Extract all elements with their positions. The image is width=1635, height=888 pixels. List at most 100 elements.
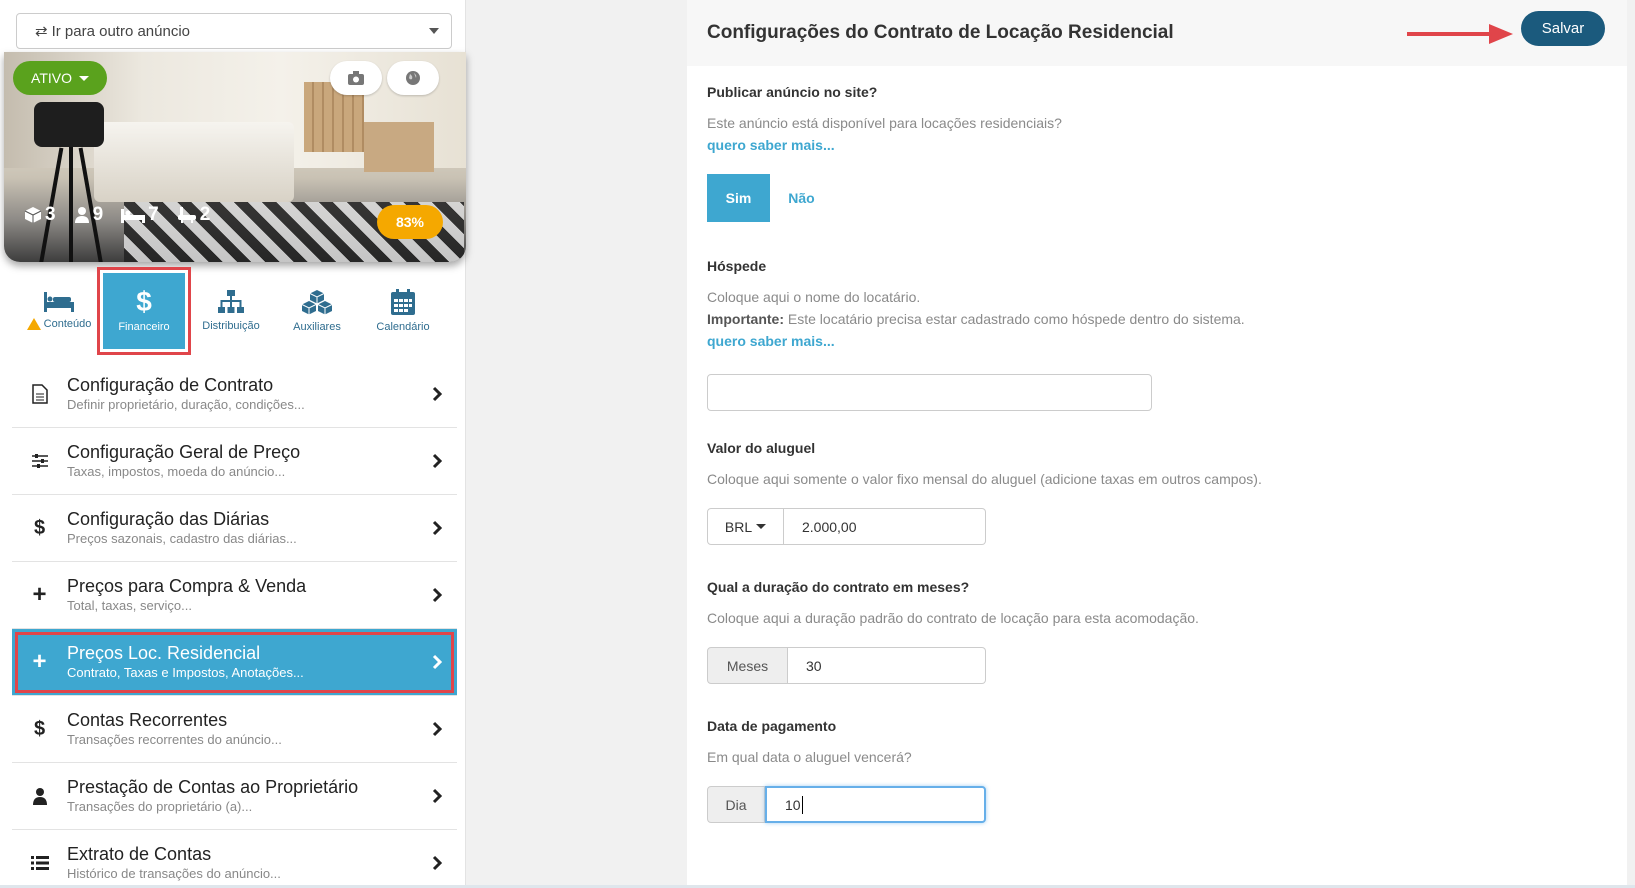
chevron-right-icon: [432, 453, 442, 469]
important-text: Este locatário precisa estar cadastrado …: [784, 311, 1245, 327]
tab-conteudo[interactable]: Conteúdo: [15, 270, 103, 352]
tab-auxiliares[interactable]: Auxiliares: [273, 270, 361, 352]
user-icon: [32, 788, 47, 805]
menu-item-buy-sell-prices[interactable]: + Preços para Compra & Venda Total, taxas…: [12, 562, 457, 629]
payment-day-input[interactable]: 10: [765, 786, 986, 823]
guest-more-link[interactable]: quero saber mais...: [707, 330, 1245, 352]
boxes-count: 3: [45, 204, 56, 225]
menu-item-title: Configuração de Contrato: [67, 375, 274, 395]
tab-distribuicao[interactable]: Distribuição: [187, 270, 275, 352]
boxes-stat: 3: [24, 204, 56, 226]
payment-unit-label: Dia: [707, 786, 765, 823]
chevron-down-icon: [429, 28, 439, 34]
listing-stats: 3 9 7 2: [24, 204, 210, 226]
photo-button[interactable]: [330, 61, 382, 95]
duration-input-group: Meses 30: [707, 647, 1199, 684]
publish-more-link[interactable]: quero saber mais...: [707, 134, 1062, 156]
contract-settings-panel: Configurações do Contrato de Locação Res…: [687, 0, 1635, 888]
completion-badge: 83%: [377, 205, 443, 239]
important-label: Importante:: [707, 311, 784, 327]
chevron-right-icon: [432, 520, 442, 536]
bed-icon: [121, 209, 146, 223]
currency-dropdown[interactable]: BRL: [707, 508, 784, 545]
menu-item-daily-rates[interactable]: $ Configuração das Diárias Preços sazonai…: [12, 495, 457, 562]
payment-description: Em qual data o aluguel vencerá?: [707, 749, 912, 765]
sidebar: ⇄ Ir para outro anúncio ATIVO 3 9 7 2 83…: [0, 0, 466, 888]
menu-item-subtitle: Contrato, Taxas e Impostos, Anotações...: [67, 665, 304, 680]
menu-item-subtitle: Total, taxas, serviço...: [67, 598, 192, 613]
menu-item-contract-config[interactable]: Configuração de Contrato Definir propriet…: [12, 361, 457, 428]
menu-item-title: Configuração das Diárias: [67, 509, 270, 529]
camera-icon: [348, 71, 364, 85]
users-icon: [74, 207, 89, 223]
financial-menu: Configuração de Contrato Definir propriet…: [12, 361, 457, 888]
category-tabs: Conteúdo $ Financeiro Distribuição Auxil…: [0, 267, 466, 356]
beds-count: 7: [148, 204, 159, 225]
status-dropdown[interactable]: ATIVO: [13, 61, 107, 95]
chevron-right-icon: [432, 788, 442, 804]
duration-description: Coloque aqui a duração padrão do contrat…: [707, 610, 1199, 626]
chevron-down-icon: [78, 75, 89, 81]
menu-item-title: Preços para Compra & Venda: [67, 576, 307, 596]
scrollbar[interactable]: [1627, 0, 1635, 888]
tab-financeiro[interactable]: $ Financeiro: [97, 267, 191, 355]
document-icon: [31, 384, 48, 404]
goto-listing-select[interactable]: ⇄ Ir para outro anúncio: [16, 13, 452, 49]
globe-button[interactable]: [387, 61, 439, 95]
duration-input[interactable]: 30: [788, 647, 986, 684]
warning-icon: [26, 318, 41, 330]
rent-value-input[interactable]: 2.000,00: [784, 508, 986, 545]
baths-count: 2: [199, 204, 211, 225]
save-button[interactable]: Salvar: [1521, 11, 1605, 46]
swap-icon: ⇄: [35, 23, 48, 40]
calendar-icon: [391, 289, 415, 315]
menu-item-subtitle: Definir proprietário, duração, condições…: [67, 397, 305, 412]
guest-name-input[interactable]: [707, 374, 1152, 411]
menu-item-subtitle: Preços sazonais, cadastro das diárias...: [67, 531, 297, 546]
cube-icon: [24, 207, 42, 223]
tab-calendario[interactable]: Calendário: [359, 270, 447, 352]
tab-label: Auxiliares: [293, 321, 341, 333]
guest-question: Hóspede: [707, 258, 767, 274]
payment-question: Data de pagamento: [707, 718, 837, 734]
chevron-down-icon: [756, 524, 767, 529]
menu-item-subtitle: Transações recorrentes do anúncio...: [67, 732, 282, 747]
menu-item-title: Prestação de Contas ao Proprietário: [67, 777, 359, 797]
chevron-right-icon: [432, 654, 442, 670]
goto-listing-label: Ir para outro anúncio: [51, 22, 190, 40]
beds-stat: 7: [121, 204, 159, 226]
menu-item-title: Extrato de Contas: [67, 844, 212, 864]
sliders-icon: [31, 454, 48, 468]
duration-unit-label: Meses: [707, 647, 788, 684]
dollar-icon: $: [136, 286, 152, 317]
menu-item-residential-lease-prices[interactable]: + Preços Loc. Residencial Contrato, Taxas…: [12, 629, 457, 696]
payment-day-value: 10: [785, 796, 801, 813]
menu-item-subtitle: Taxas, impostos, moeda do anúncio...: [67, 464, 286, 479]
cubes-icon: [301, 290, 333, 315]
chevron-right-icon: [432, 386, 442, 402]
publish-no-button[interactable]: Não: [770, 174, 833, 222]
rent-input-group: BRL 2.000,00: [707, 508, 1262, 545]
baths-stat: 2: [177, 204, 211, 226]
menu-item-owner-statement[interactable]: Prestação de Contas ao Proprietário Trans…: [12, 763, 457, 830]
dollar-icon: $: [33, 717, 46, 740]
rent-question: Valor do aluguel: [707, 440, 816, 456]
duration-question: Qual a duração do contrato em meses?: [707, 579, 970, 595]
sitemap-icon: [218, 290, 244, 313]
arrow-right-icon: [1407, 24, 1513, 44]
plus-icon: +: [32, 648, 47, 675]
plus-icon: +: [32, 581, 47, 608]
publish-question: Publicar anúncio no site?: [707, 84, 878, 100]
tab-label: Financeiro: [118, 321, 170, 333]
publish-yes-button[interactable]: Sim: [707, 174, 770, 222]
guest-section: Hóspede Coloque aqui o nome do locatário…: [707, 258, 1245, 411]
menu-item-general-price[interactable]: Configuração Geral de Preço Taxas, impost…: [12, 428, 457, 495]
guest-important-note: Importante: Este locatário precisa estar…: [707, 308, 1245, 330]
menu-item-recurring-accounts[interactable]: $ Contas Recorrentes Transações recorrent…: [12, 696, 457, 763]
rent-section: Valor do aluguel Coloque aqui somente o …: [707, 440, 1262, 545]
menu-item-title: Preços Loc. Residencial: [67, 643, 261, 663]
menu-item-account-statement[interactable]: Extrato de Contas Histórico de transações…: [12, 830, 457, 888]
bath-icon: [177, 207, 196, 223]
chevron-right-icon: [432, 721, 442, 737]
publish-description: Este anúncio está disponível para locaçõ…: [707, 115, 1062, 131]
